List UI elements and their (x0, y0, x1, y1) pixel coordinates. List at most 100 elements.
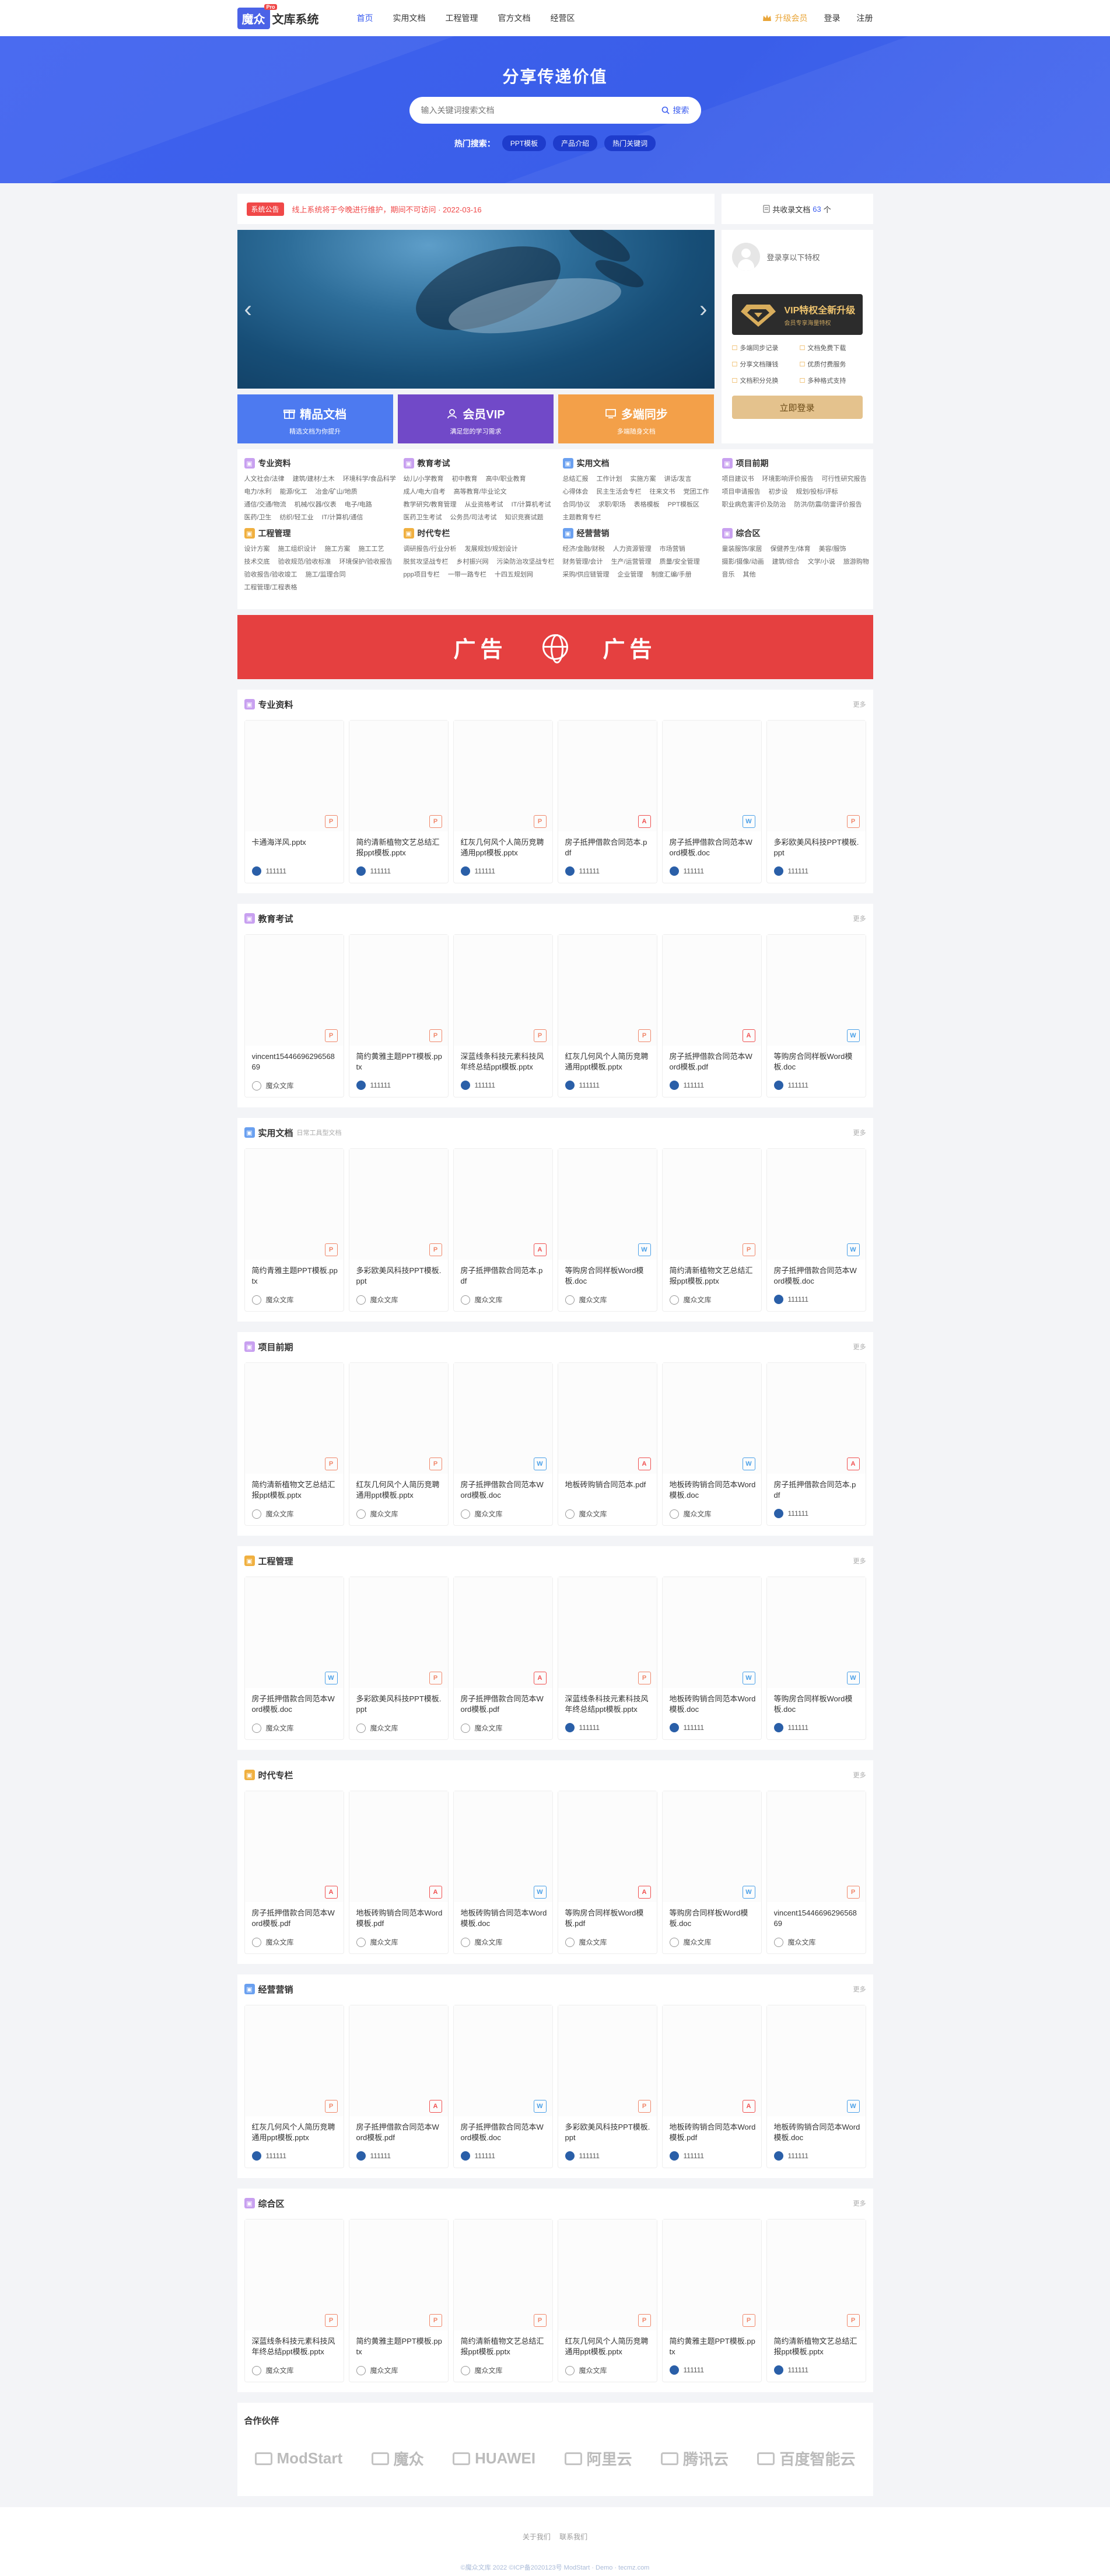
doc-title[interactable]: 简约黄雅主题PPT模板.pptx (670, 2336, 756, 2357)
partner-logo[interactable]: 阿里云 (564, 2448, 632, 2469)
section-more-link[interactable]: 更多 (853, 700, 866, 709)
category-link[interactable]: 采购/供应链管理 (563, 571, 610, 579)
doc-title[interactable]: 多彩欧美风科技PPT模板.ppt (565, 2122, 652, 2143)
category-link[interactable]: 通信/交通/物流 (244, 501, 286, 509)
category-link[interactable]: 可行性研究报告 (822, 475, 867, 483)
category-link[interactable]: 求职/职场 (598, 501, 626, 509)
doc-card[interactable]: W 地板砖购销合同范本Word模板.doc 111111 (661, 1577, 762, 1740)
nav-practical-docs[interactable]: 实用文档 (383, 0, 436, 36)
doc-title[interactable]: 地板砖购销合同范本Word模板.doc (670, 1694, 756, 1715)
doc-card[interactable]: W 等购房合同样板Word模板.doc 魔众文库 (557, 1148, 657, 1312)
doc-card[interactable]: W 等购房合同样板Word模板.doc 111111 (766, 934, 866, 1097)
doc-title[interactable]: 房子抵押借款合同范本.pdf (565, 837, 652, 858)
category-link[interactable]: 建筑/建材/土木 (293, 475, 335, 483)
doc-title[interactable]: 房子抵押借款合同范本Word模板.pdf (461, 1694, 547, 1715)
doc-title[interactable]: 深蓝线条科技元素科技风年终总结ppt模板.pptx (461, 1051, 547, 1072)
category-link[interactable]: 冶金/矿山/地质 (316, 488, 358, 496)
section-more-link[interactable]: 更多 (853, 914, 866, 923)
doc-title[interactable]: 简约青雅主题PPT模板.pptx (252, 1266, 338, 1287)
doc-title[interactable]: 等购房合同样板Word模板.doc (774, 1051, 860, 1072)
doc-card[interactable]: Pvincent1544669629656869 魔众文库 (244, 934, 344, 1097)
category-link[interactable]: 初中教育 (452, 475, 478, 483)
category-link[interactable]: 摄影/摄像/动画 (722, 558, 764, 566)
section-more-link[interactable]: 更多 (853, 1556, 866, 1565)
doc-card[interactable]: P 多彩欧美风科技PPT模板.ppt 111111 (766, 720, 866, 883)
doc-card[interactable]: P 深蓝线条科技元素科技风年终总结ppt模板.pptx 魔众文库 (244, 2219, 344, 2382)
footer-contact-link[interactable]: 联系我们 (559, 2533, 587, 2541)
vip-upgrade-card[interactable]: VIP特权全新升级 会员专享海量特权 (731, 294, 863, 335)
category-link[interactable]: 讲话/发言 (664, 475, 692, 483)
category-link[interactable]: 医药/卫生 (244, 513, 272, 522)
category-link[interactable]: 技术交底 (244, 558, 270, 566)
category-link[interactable]: ppp项目专栏 (404, 571, 440, 579)
doc-card[interactable]: A 等购房合同样板Word模板.pdf 魔众文库 (557, 1791, 657, 1954)
doc-card[interactable]: P 红灰几何风个人简历竞聘通用ppt模板.pptx 魔众文库 (348, 1362, 449, 1526)
doc-title[interactable]: 多彩欧美风科技PPT模板.ppt (356, 1266, 443, 1287)
doc-title[interactable]: 红灰几何风个人简历竞聘通用ppt模板.pptx (565, 1051, 652, 1072)
doc-card[interactable]: P 红灰几何风个人简历竞聘通用ppt模板.pptx 111111 (244, 2005, 344, 2168)
doc-card[interactable]: P 简约青雅主题PPT模板.pptx 魔众文库 (244, 1148, 344, 1312)
category-link[interactable]: 防洪/防震/防雷评价报告 (794, 501, 862, 509)
carousel-next-icon[interactable]: › (699, 298, 707, 321)
doc-card[interactable]: A 地板砖购销合同范本.pdf 魔众文库 (557, 1362, 657, 1526)
category-link[interactable]: 规划/投标/评标 (796, 488, 838, 496)
category-link[interactable]: 心得体会 (563, 488, 589, 496)
doc-title[interactable]: 简约清新植物文艺总结汇报ppt模板.pptx (461, 2336, 547, 2357)
doc-title[interactable]: 地板砖购销合同范本Word模板.pdf (670, 2122, 756, 2143)
category-heading[interactable]: ▣ 时代专栏 (403, 527, 558, 539)
category-link[interactable]: 环境保护/验收报告 (339, 558, 393, 566)
doc-card[interactable]: P 卡通海洋风.pptx 111111 (244, 720, 344, 883)
feature-sync[interactable]: 多端同步 多端随身文档 (558, 394, 715, 443)
category-link[interactable]: 主题教育专栏 (563, 513, 601, 522)
login-now-button[interactable]: 立即登录 (731, 396, 863, 419)
doc-title[interactable]: 房子抵押借款合同范本Word模板.doc (461, 1480, 547, 1501)
category-link[interactable]: 验收报告/验收竣工 (244, 571, 297, 579)
category-link[interactable]: 经济/金融/财税 (563, 545, 605, 553)
register-link[interactable]: 注册 (857, 12, 873, 24)
section-more-link[interactable]: 更多 (853, 1128, 866, 1137)
doc-card[interactable]: W 地板砖购销合同范本Word模板.doc 魔众文库 (661, 1362, 762, 1526)
nav-engineering[interactable]: 工程管理 (436, 0, 488, 36)
doc-title[interactable]: 等购房合同样板Word模板.doc (774, 1694, 860, 1715)
category-link[interactable]: 公务员/司法考试 (450, 513, 497, 522)
doc-card[interactable]: Pvincent1544669629656869 魔众文库 (766, 1791, 866, 1954)
doc-title[interactable]: 多彩欧美风科技PPT模板.ppt (774, 837, 860, 858)
category-link[interactable]: 验收规范/验收标准 (278, 558, 331, 566)
doc-card[interactable]: P 多彩欧美风科技PPT模板.ppt 111111 (557, 2005, 657, 2168)
doc-title[interactable]: 简约清新植物文艺总结汇报ppt模板.pptx (774, 2336, 860, 2357)
category-link[interactable]: 项目申请报告 (722, 488, 761, 496)
category-link[interactable]: 机械/仪器/仪表 (295, 501, 337, 509)
category-link[interactable]: 财务管理/会计 (563, 558, 603, 566)
category-link[interactable]: 合同/协议 (563, 501, 590, 509)
category-link[interactable]: 污染防治攻坚战专栏 (497, 558, 555, 566)
doc-card[interactable]: W 地板砖购销合同范本Word模板.doc 111111 (766, 2005, 866, 2168)
doc-title[interactable]: 地板砖购销合同范本Word模板.pdf (356, 1908, 443, 1929)
doc-card[interactable]: P 简约清新植物文艺总结汇报ppt模板.pptx 魔众文库 (661, 1148, 762, 1312)
category-link[interactable]: PPT模板区 (668, 501, 699, 509)
category-link[interactable]: 美容/服饰 (819, 545, 846, 553)
doc-title[interactable]: 红灰几何风个人简历竞聘通用ppt模板.pptx (252, 2122, 338, 2143)
category-link[interactable]: 旅游购物 (843, 558, 869, 566)
category-link[interactable]: 职业病危害评价及防治 (722, 501, 786, 509)
doc-card[interactable]: A 房子抵押借款合同范本Word模板.pdf 魔众文库 (453, 1577, 553, 1740)
doc-card[interactable]: P 多彩欧美风科技PPT模板.ppt 魔众文库 (348, 1148, 449, 1312)
footer-about-link[interactable]: 关于我们 (523, 2533, 551, 2541)
category-link[interactable]: 环境科学/食品科学 (343, 475, 396, 483)
category-link[interactable]: 表格模板 (634, 501, 660, 509)
category-link[interactable]: 工作计划 (597, 475, 622, 483)
doc-title[interactable]: vincent1544669629656869 (774, 1908, 860, 1929)
category-heading[interactable]: ▣ 教育考试 (403, 457, 558, 469)
category-link[interactable]: 党团工作 (684, 488, 709, 496)
site-logo[interactable]: 魔众 Pro 文库系统 (237, 4, 319, 29)
doc-card[interactable]: P 简约清新植物文艺总结汇报ppt模板.pptx 魔众文库 (244, 1362, 344, 1526)
doc-title[interactable]: 房子抵押借款合同范本Word模板.doc (461, 2122, 547, 2143)
doc-card[interactable]: A 房子抵押借款合同范本.pdf 魔众文库 (453, 1148, 553, 1312)
category-link[interactable]: 人文社会/法律 (244, 475, 285, 483)
doc-title[interactable]: 房子抵押借款合同范本.pdf (774, 1480, 860, 1501)
doc-title[interactable]: 地板砖购销合同范本Word模板.doc (774, 2122, 860, 2143)
doc-card[interactable]: W 房子抵押借款合同范本Word模板.doc 111111 (661, 720, 762, 883)
category-link[interactable]: 初步设 (769, 488, 788, 496)
category-link[interactable]: 质量/安全管理 (660, 558, 700, 566)
doc-title[interactable]: 红灰几何风个人简历竞聘通用ppt模板.pptx (565, 2336, 652, 2357)
upgrade-vip-link[interactable]: 升级会员 (762, 12, 808, 24)
